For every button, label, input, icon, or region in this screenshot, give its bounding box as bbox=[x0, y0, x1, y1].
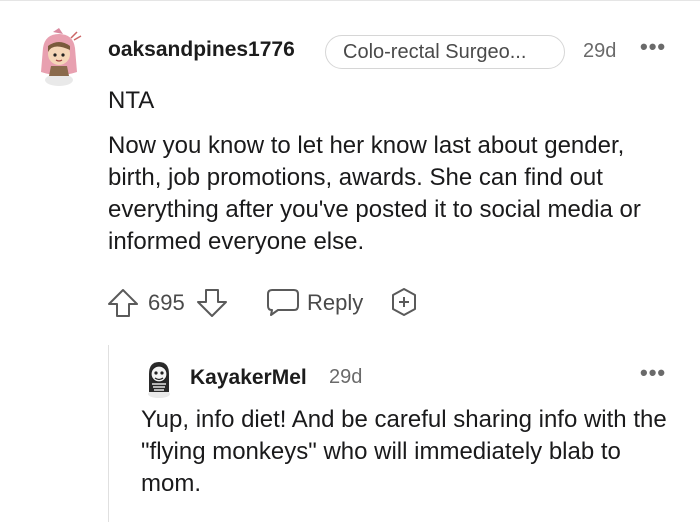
comment-username[interactable]: oaksandpines1776 bbox=[108, 38, 295, 62]
comment-body: Now you know to let her know last about … bbox=[108, 130, 683, 258]
avatar-icon bbox=[148, 362, 170, 398]
vote-score: 695 bbox=[148, 290, 185, 315]
comment-first-line: NTA bbox=[108, 87, 155, 114]
reply-body-text: Yup, info diet! And be careful sharing i… bbox=[141, 406, 667, 497]
downvote-arrow-icon bbox=[197, 289, 227, 317]
user-avatar[interactable] bbox=[33, 28, 85, 88]
downvote-button[interactable] bbox=[196, 288, 228, 317]
avatar-icon bbox=[41, 28, 82, 86]
speech-bubble-icon bbox=[267, 289, 299, 316]
reply-more-options-button[interactable]: ••• bbox=[640, 360, 666, 386]
reply-timestamp[interactable]: 29d bbox=[329, 366, 362, 389]
comment-timestamp[interactable]: 29d bbox=[583, 40, 616, 63]
reply-label[interactable]: Reply bbox=[307, 290, 363, 316]
user-flair: Colo-rectal Surgeo... bbox=[325, 35, 565, 69]
upvote-arrow-icon bbox=[108, 289, 138, 317]
reply-username[interactable]: KayakerMel bbox=[190, 366, 307, 390]
more-options-button[interactable]: ••• bbox=[640, 34, 666, 60]
comment-body-text: Now you know to let her know last about … bbox=[108, 132, 641, 255]
thread-line[interactable] bbox=[108, 345, 109, 522]
reply-user-avatar[interactable] bbox=[141, 358, 177, 398]
award-plus-icon bbox=[392, 288, 416, 316]
award-button[interactable] bbox=[389, 287, 419, 317]
top-divider bbox=[0, 0, 700, 1]
reply-button[interactable] bbox=[266, 287, 300, 317]
upvote-button[interactable] bbox=[107, 288, 139, 317]
